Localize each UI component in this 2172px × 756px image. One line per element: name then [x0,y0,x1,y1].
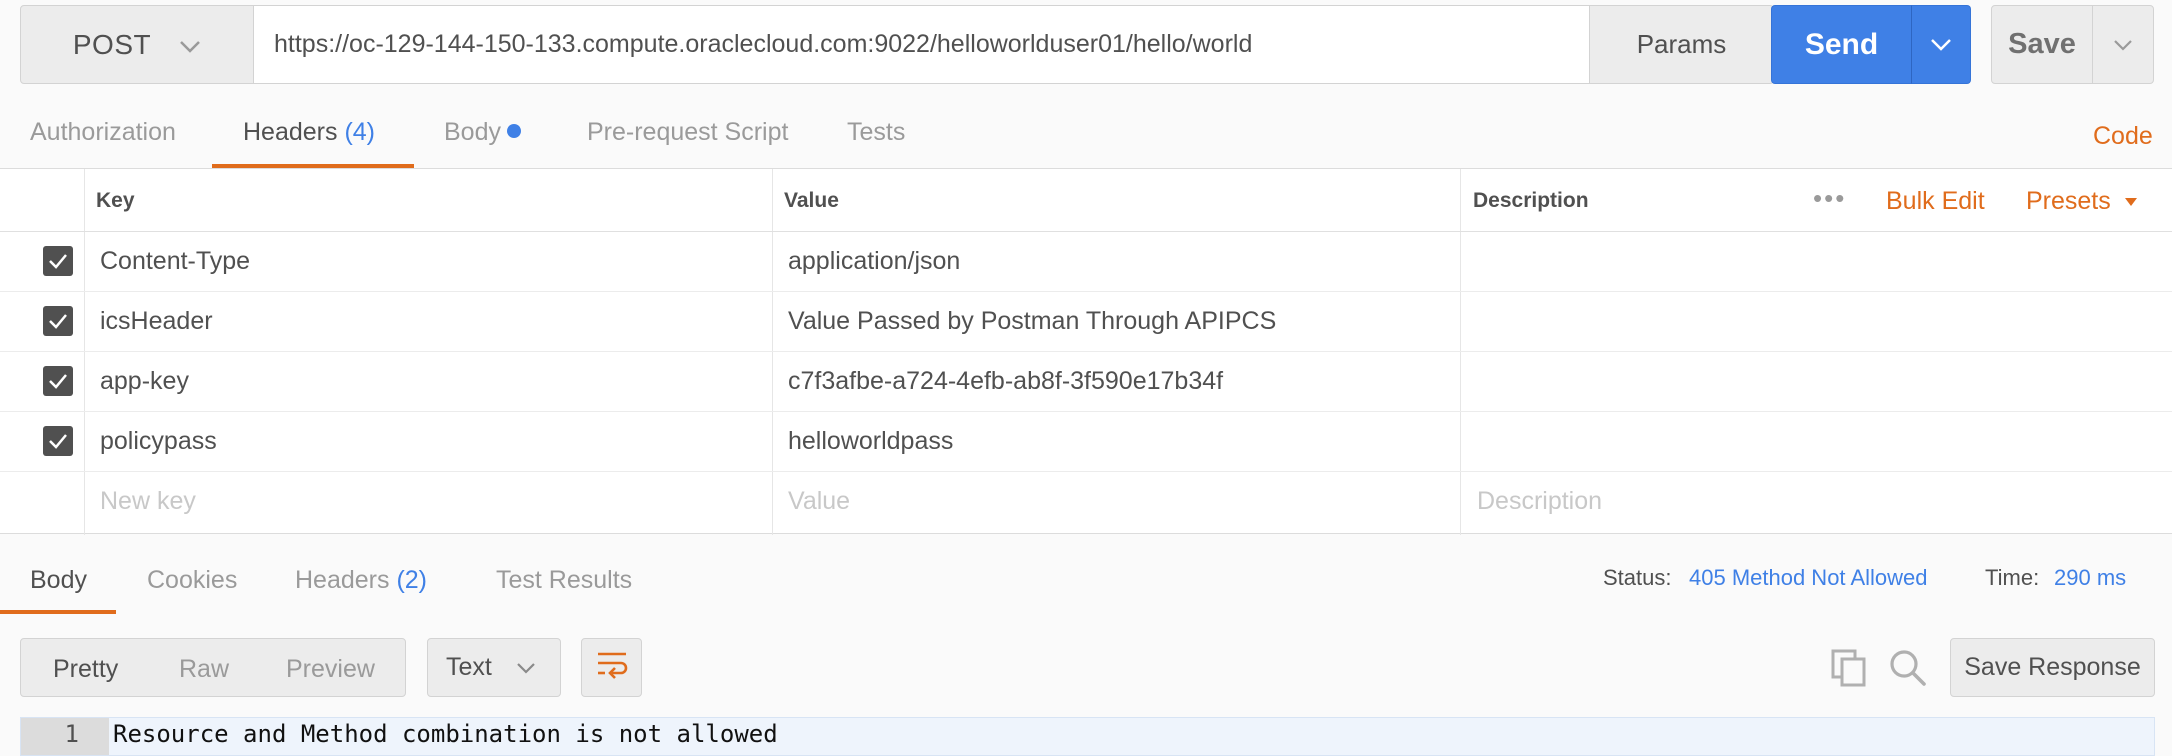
preview-button[interactable]: Preview [286,655,375,684]
header-key[interactable]: policypass [100,427,217,456]
column-header-key: Key [96,189,135,212]
presets-dropdown[interactable]: Presets [2026,187,2138,216]
url-input[interactable]: https://oc-129-144-150-133.compute.oracl… [253,5,1590,84]
tab-label: Tests [847,118,906,146]
header-key[interactable]: app-key [100,367,189,396]
new-value-input[interactable]: Value [788,487,850,516]
tab-headers[interactable]: Headers (4) [243,118,375,147]
header-value[interactable]: application/json [788,247,960,276]
response-tab-headers[interactable]: Headers (2) [295,566,427,595]
tab-label: Headers [243,118,338,146]
tab-label: Body [444,118,501,146]
table-row: app-key c7f3afbe-a724-4efb-ab8f-3f590e17… [0,352,2172,412]
checkbox-checked-icon[interactable] [43,306,73,336]
header-key[interactable]: icsHeader [100,307,213,336]
tab-label: Headers [295,566,390,594]
method-label: POST [72,28,152,60]
save-options-button[interactable] [2092,5,2154,84]
presets-label: Presets [2026,187,2111,215]
save-label: Save [2008,28,2076,60]
chevron-down-icon [179,29,201,61]
chevron-down-icon [2113,30,2133,59]
time-value[interactable]: 290 ms [2054,565,2126,591]
response-tab-body[interactable]: Body [30,566,87,595]
modified-dot-icon [506,124,521,139]
format-select[interactable]: Text [427,638,561,697]
checkbox-checked-icon[interactable] [43,426,73,456]
tab-label: Body [30,566,87,594]
new-key-input[interactable]: New key [100,487,196,516]
table-row: Content-Type application/json [0,232,2172,292]
status-label: Status: [1603,565,1672,590]
header-value[interactable]: Value Passed by Postman Through APIPCS [788,307,1276,336]
time-label: Time: [1985,565,2040,590]
table-row: policypass helloworldpass [0,412,2172,472]
table-row: icsHeader Value Passed by Postman Throug… [0,292,2172,352]
copy-icon[interactable] [1830,648,1868,695]
tab-prerequest-script[interactable]: Pre-request Script [587,118,788,147]
search-icon[interactable] [1888,648,1928,695]
chevron-down-icon [516,653,536,682]
response-tab-cookies[interactable]: Cookies [147,566,237,595]
wrap-lines-icon [595,649,629,686]
column-header-description: Description [1473,189,1589,212]
response-body-editor[interactable]: 1 Resource and Method combination is not… [20,717,2155,756]
url-text: https://oc-129-144-150-133.compute.oracl… [274,30,1253,58]
header-key[interactable]: Content-Type [100,247,250,276]
send-label: Send [1804,27,1879,61]
raw-button[interactable]: Raw [179,655,229,684]
response-body-line: Resource and Method combination is not a… [113,720,778,748]
bulk-edit-link[interactable]: Bulk Edit [1886,187,1985,216]
tab-body[interactable]: Body [444,118,521,147]
response-tab-test-results[interactable]: Test Results [496,566,632,595]
headers-count-badge: (4) [344,118,376,146]
code-link[interactable]: Code [2093,122,2153,151]
checkbox-checked-icon[interactable] [43,366,73,396]
send-button[interactable]: Send [1771,5,1912,84]
new-header-row: New key Value Description [0,472,2172,532]
format-label: Text [446,653,492,681]
headers-table: Key Value Description ••• Bulk Edit Pres… [0,168,2172,535]
active-response-tab-indicator [0,610,116,614]
pretty-button[interactable]: Pretty [53,655,118,684]
caret-down-icon [2124,198,2137,207]
header-value[interactable]: helloworldpass [788,427,953,456]
column-header-value: Value [784,189,839,212]
checkbox-checked-icon[interactable] [43,246,73,276]
status-value[interactable]: 405 Method Not Allowed [1689,565,1928,591]
send-options-button[interactable] [1911,5,1971,84]
tab-label: Authorization [30,118,176,146]
chevron-down-icon [1930,30,1952,59]
save-response-button[interactable]: Save Response [1950,638,2155,697]
header-value[interactable]: c7f3afbe-a724-4efb-ab8f-3f590e17b34f [788,367,1223,396]
new-description-input[interactable]: Description [1477,487,1602,516]
tab-label: Cookies [147,566,238,594]
table-header-row: Key Value Description ••• Bulk Edit Pres… [0,169,2172,232]
tab-authorization[interactable]: Authorization [30,118,176,147]
response-headers-count-badge: (2) [396,566,428,594]
wrap-lines-button[interactable] [581,638,642,697]
more-dots-icon[interactable]: ••• [1813,183,1846,214]
line-number: 1 [21,718,109,755]
params-button[interactable]: Params [1589,5,1774,84]
tab-label: Pre-request Script [587,118,789,146]
method-select[interactable]: POST [20,5,254,84]
params-label: Params [1636,29,1727,59]
view-mode-segmented-control: Pretty Raw Preview [20,638,406,697]
save-button[interactable]: Save [1991,5,2093,84]
save-response-label: Save Response [1964,653,2141,681]
tab-tests[interactable]: Tests [847,118,905,147]
tab-label: Test Results [496,566,633,594]
